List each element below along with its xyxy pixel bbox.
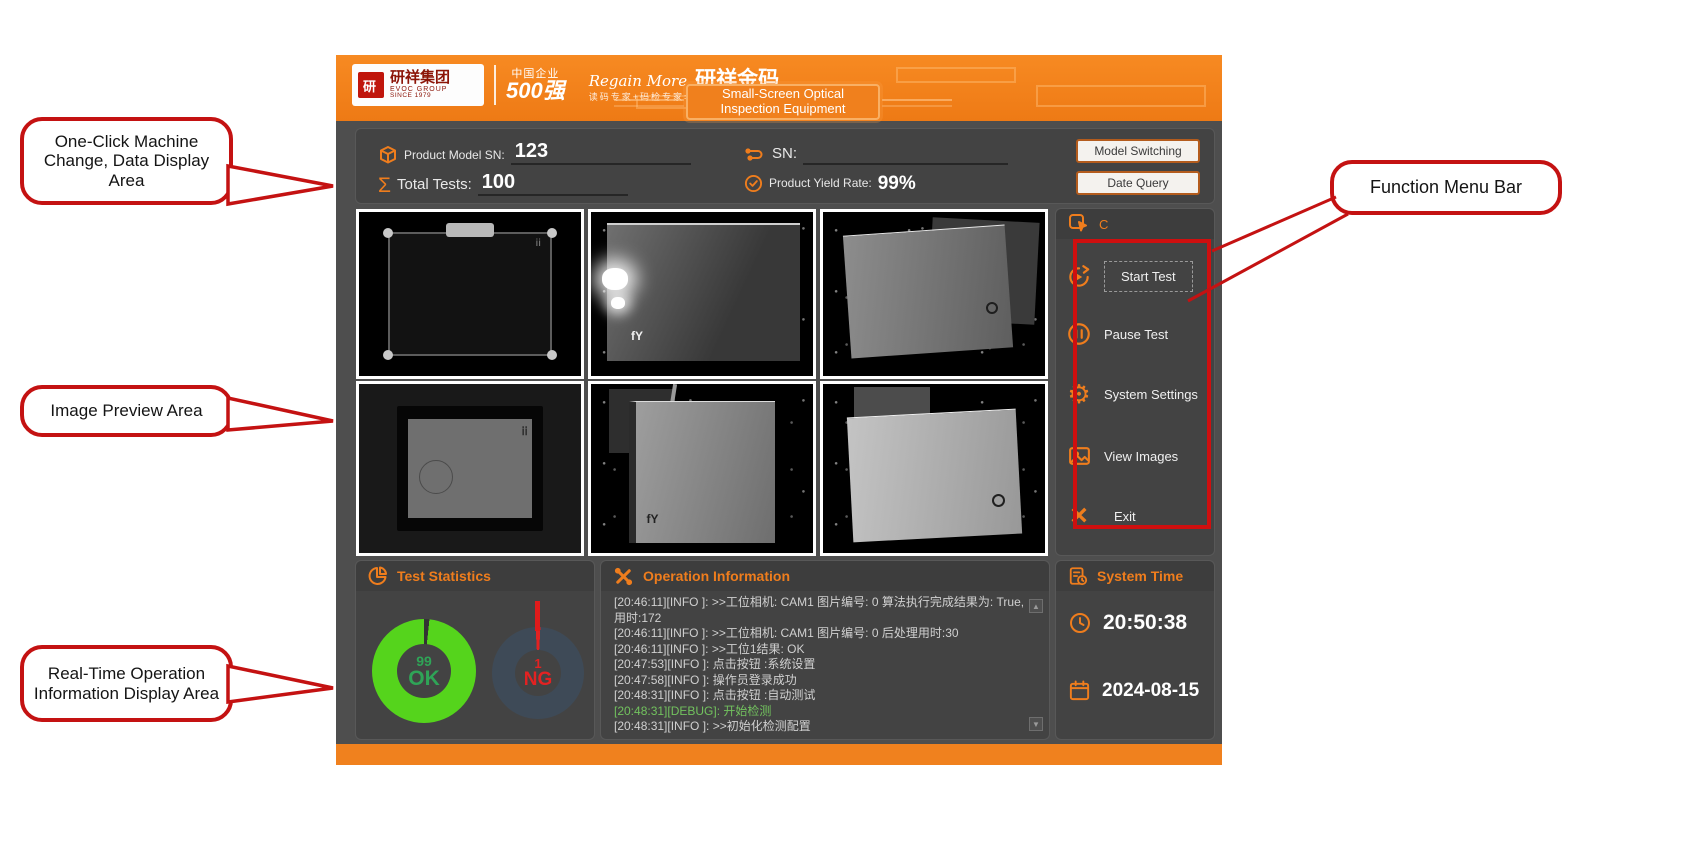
menu-header-label: C (1099, 217, 1108, 232)
sn-label: SN: (772, 145, 797, 165)
log-line: [20:46:11][INFO ]: >>工位相机: CAM1 图片编号: 0 … (614, 595, 1034, 626)
log-scroll-down-button[interactable]: ▼ (1029, 717, 1043, 731)
app-header: 研祥集团 EVOC GROUP SINCE 1979 中国企业 500强 Reg… (336, 55, 1222, 121)
log-line: [20:48:31][INFO ]: >>初始化检测配置 (614, 719, 1034, 735)
ng-label: NG (524, 670, 553, 689)
app-title-badge: Small-Screen Optical Inspection Equipmen… (686, 84, 880, 120)
sigma-icon: Σ (378, 175, 391, 196)
menu-annotation-rectangle (1073, 239, 1211, 529)
preview-image-cam3 (820, 209, 1048, 379)
evoc-logo: 研祥集团 EVOC GROUP SINCE 1979 (352, 64, 484, 106)
badge-wing-right (882, 99, 952, 107)
logo-group-cn: 研祥集团 (390, 70, 450, 86)
app-footer-bar (336, 744, 1222, 765)
total-tests-value: 100 (478, 172, 628, 196)
callout-function-menu: Function Menu Bar (1330, 160, 1562, 215)
header-decor-trace (1036, 85, 1206, 107)
log-line: [20:46:11][INFO ]: >>工位1结果: OK (614, 642, 1034, 658)
tools-icon (613, 566, 634, 587)
product-model-sn-value: 123 (511, 141, 691, 165)
data-display-panel: Product Model SN: 123 Σ Total Tests: 100… (355, 128, 1215, 204)
logo-since: SINCE 1979 (390, 93, 450, 100)
callout-image-preview: Image Preview Area (20, 385, 233, 437)
preview-image-cam2: fY (588, 209, 816, 379)
log-line-debug: [20:48:31][DEBUG]: 开始检测 (614, 704, 1034, 720)
total-tests-label: Total Tests: (397, 176, 472, 196)
pie-chart-icon (368, 566, 388, 586)
ok-donut-chart: 99 OK (372, 619, 476, 723)
product-model-sn-label: Product Model SN: (404, 148, 505, 165)
log-line: [20:47:53][INFO ]: 点击按钮 :系统设置 (614, 657, 1034, 673)
preview-image-cam6 (820, 381, 1048, 556)
preview-image-cam4: 𝗂𝗂 (356, 381, 584, 556)
clock-icon (1068, 611, 1092, 635)
log-body[interactable]: [20:46:11][INFO ]: >>工位相机: CAM1 图片编号: 0 … (614, 595, 1034, 735)
badge-wing-left (614, 99, 684, 107)
ng-donut-chart: 1 NG (492, 627, 584, 719)
yield-label: Product Yield Rate: (769, 176, 872, 193)
ok-label: OK (408, 668, 440, 689)
system-time-panel: System Time 20:50:38 2024-08-15 (1055, 560, 1215, 740)
click-icon (1068, 213, 1090, 235)
operation-information-panel: Operation Information [20:46:11][INFO ]:… (600, 560, 1050, 740)
screenshot-canvas: 研祥集团 EVOC GROUP SINCE 1979 中国企业 500强 Reg… (0, 0, 1688, 861)
system-clock: 20:50:38 (1103, 611, 1187, 635)
callout-realtime-info: Real-Time Operation Information Display … (20, 645, 233, 722)
app-title-line2: Inspection Equipment (720, 102, 845, 117)
date-query-button[interactable]: Date Query (1076, 171, 1200, 195)
brand-script: Regain More (589, 73, 687, 90)
logo-divider (494, 65, 496, 105)
test-statistics-panel: Test Statistics 99 OK 1 NG (355, 560, 595, 740)
stats-title: Test Statistics (397, 568, 491, 584)
callout-data-area: One-Click Machine Change, Data Display A… (20, 117, 233, 205)
app-title-line1: Small-Screen Optical (722, 87, 844, 102)
route-icon (744, 145, 766, 165)
log-title: Operation Information (643, 568, 790, 584)
model-switching-button[interactable]: Model Switching (1076, 139, 1200, 163)
calendar-icon (1068, 679, 1091, 702)
logo-rank-500: 500强 (506, 80, 565, 102)
doc-clock-icon (1068, 566, 1088, 586)
sn-value (803, 141, 1008, 165)
ok-count: 99 (416, 654, 432, 668)
time-title: System Time (1097, 568, 1183, 584)
yield-icon (744, 174, 763, 193)
header-decor-trace (896, 67, 1016, 83)
package-icon (378, 145, 398, 165)
log-line: [20:48:31][INFO ]: 点击按钮 :自动测试 (614, 688, 1034, 704)
log-line: [20:46:11][INFO ]: >>工位相机: CAM1 图片编号: 0 … (614, 626, 1034, 642)
yield-value: 99% (878, 174, 916, 193)
system-date: 2024-08-15 (1102, 680, 1199, 702)
log-line: [20:47:58][INFO ]: 操作员登录成功 (614, 673, 1034, 689)
evoc-logo-mark-icon (358, 72, 384, 98)
log-scroll-up-button[interactable]: ▲ (1029, 599, 1043, 613)
preview-image-cam5: fY (588, 381, 816, 556)
ng-tick-mark (535, 601, 540, 631)
preview-image-cam1: 𝗂𝗂 (356, 209, 584, 379)
